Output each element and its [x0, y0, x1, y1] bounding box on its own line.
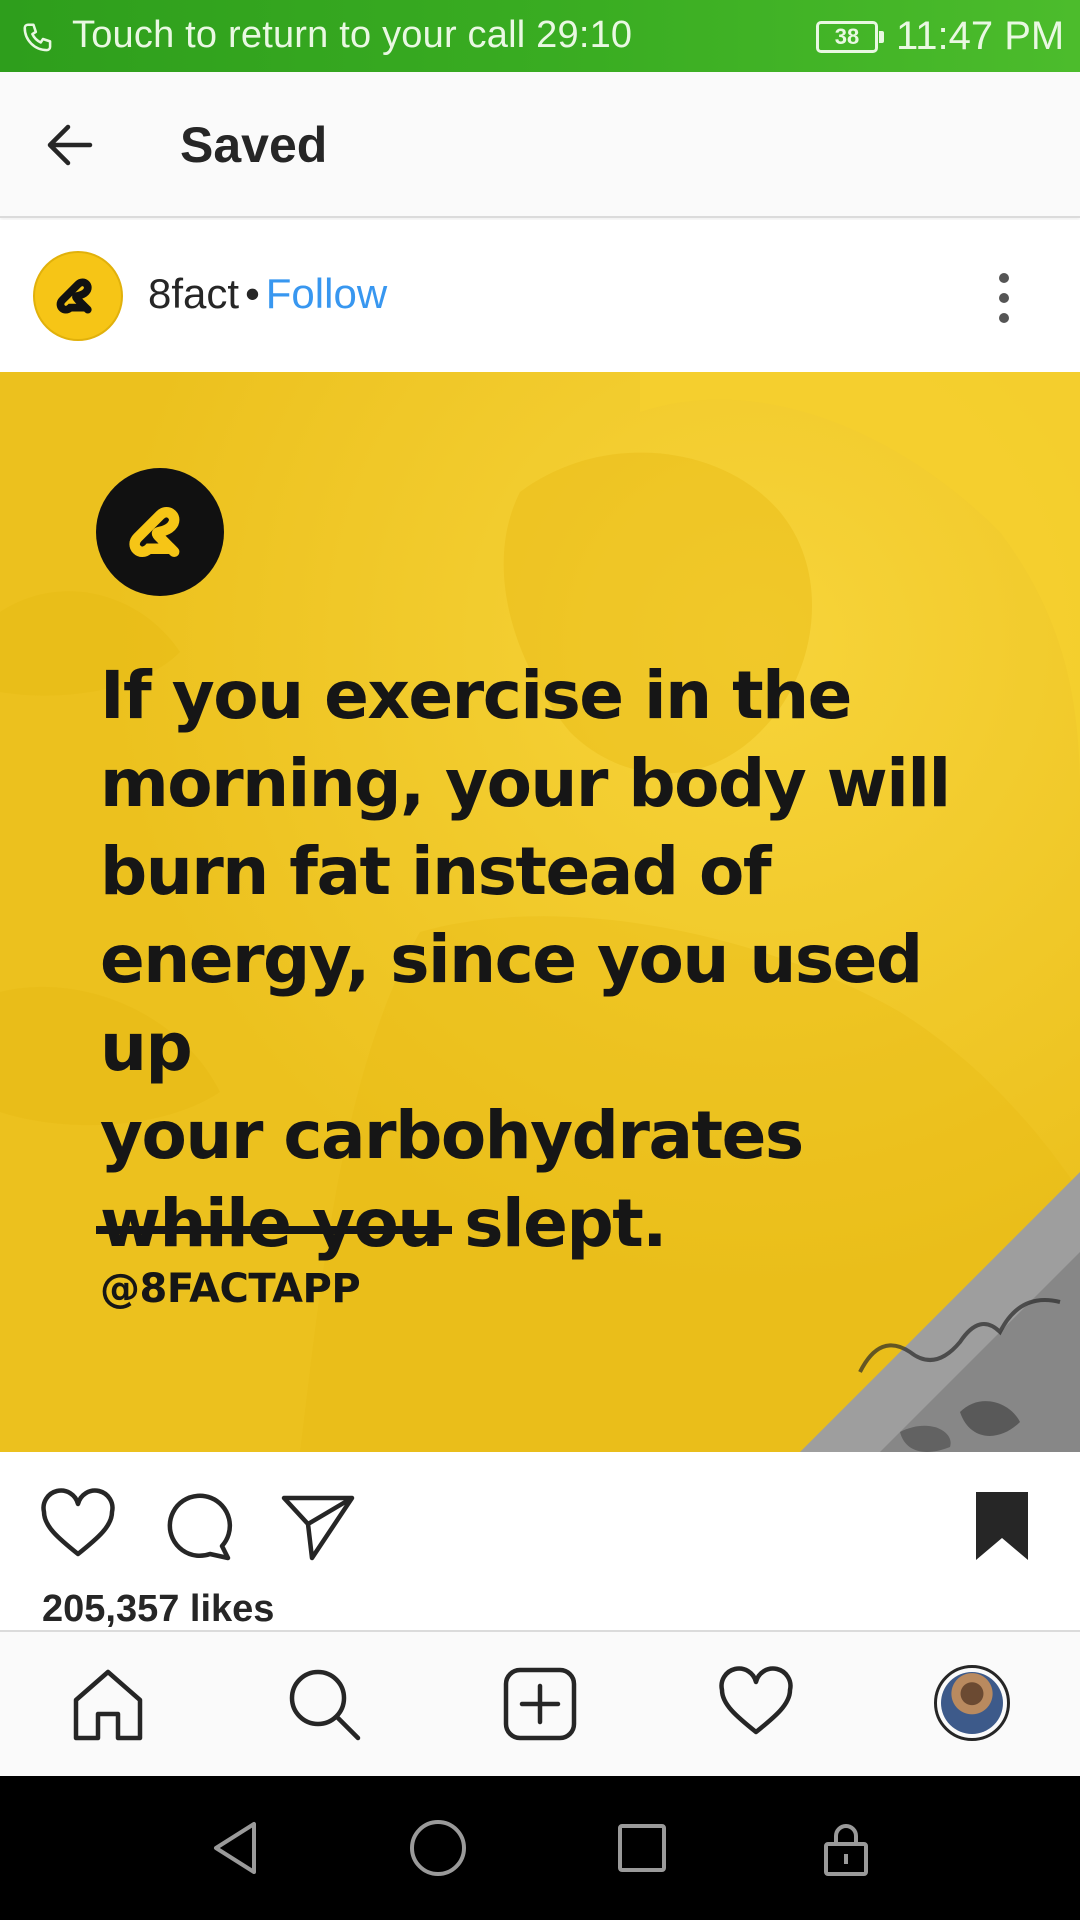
call-timer: 29:10 — [536, 14, 633, 56]
profile-photo — [941, 1672, 1003, 1734]
fact-text: If you exercise in the morning, your bod… — [100, 652, 1000, 1268]
activity-heart-icon[interactable] — [716, 1664, 796, 1744]
profile-avatar[interactable] — [934, 1665, 1010, 1741]
phone-call-icon — [23, 23, 52, 52]
recents-square-icon[interactable] — [610, 1816, 674, 1880]
status-time: 11:47 PM — [896, 14, 1065, 58]
back-triangle-icon[interactable] — [204, 1816, 268, 1880]
post-username[interactable]: 8fact — [148, 270, 239, 317]
lock-icon[interactable] — [814, 1816, 878, 1880]
more-options-icon[interactable] — [990, 270, 1018, 326]
system-navigation-bar — [0, 1776, 1080, 1920]
post-actions-row — [0, 1452, 1080, 1592]
like-count[interactable]: 205,357 likes — [42, 1588, 274, 1631]
bottom-navigation — [0, 1630, 1080, 1776]
post-image[interactable]: If you exercise in the morning, your bod… — [0, 372, 1080, 1452]
heart-outline-icon[interactable] — [38, 1486, 118, 1566]
account-avatar[interactable] — [33, 251, 123, 341]
8fact-logo-icon — [56, 278, 92, 314]
fact-line: morning, your body will — [100, 745, 951, 822]
arrow-left-icon[interactable] — [40, 115, 100, 175]
status-bar[interactable]: Touch to return to your call 29:10 38 11… — [0, 0, 1080, 72]
fact-line: burn fat instead of — [100, 833, 772, 910]
comment-bubble-icon[interactable] — [158, 1486, 238, 1566]
battery-indicator: 38 — [816, 21, 884, 53]
page-title: Saved — [180, 117, 328, 173]
return-to-call-text: Touch to return to your call 29:10 — [72, 14, 632, 57]
fact-handle: @8FACTAPP — [100, 1266, 361, 1312]
post-user-line: 8fact • Follow — [148, 270, 387, 318]
separator-dot: • — [245, 270, 260, 317]
fact-line: your carbohydrates — [100, 1097, 804, 1174]
fact-line: while you slept. — [100, 1185, 667, 1262]
bookmark-filled-icon[interactable] — [962, 1486, 1042, 1566]
search-icon[interactable] — [284, 1664, 364, 1744]
home-icon[interactable] — [68, 1664, 148, 1744]
fact-divider — [96, 1226, 452, 1234]
call-message: Touch to return to your call — [72, 14, 526, 56]
instagram-saved-post-screen: Touch to return to your call 29:10 38 11… — [0, 0, 1080, 1920]
follow-button[interactable]: Follow — [266, 270, 387, 317]
paper-plane-icon[interactable] — [278, 1486, 358, 1566]
fact-line: energy, since you used up — [100, 921, 923, 1086]
8fact-logo-icon — [129, 507, 180, 558]
new-post-icon[interactable] — [500, 1664, 580, 1744]
home-circle-icon[interactable] — [406, 1816, 470, 1880]
post-header: 8fact • Follow — [0, 220, 1080, 372]
8fact-brand-logo — [96, 468, 224, 596]
app-header: Saved — [0, 72, 1080, 218]
fact-line: If you exercise in the — [100, 657, 852, 734]
